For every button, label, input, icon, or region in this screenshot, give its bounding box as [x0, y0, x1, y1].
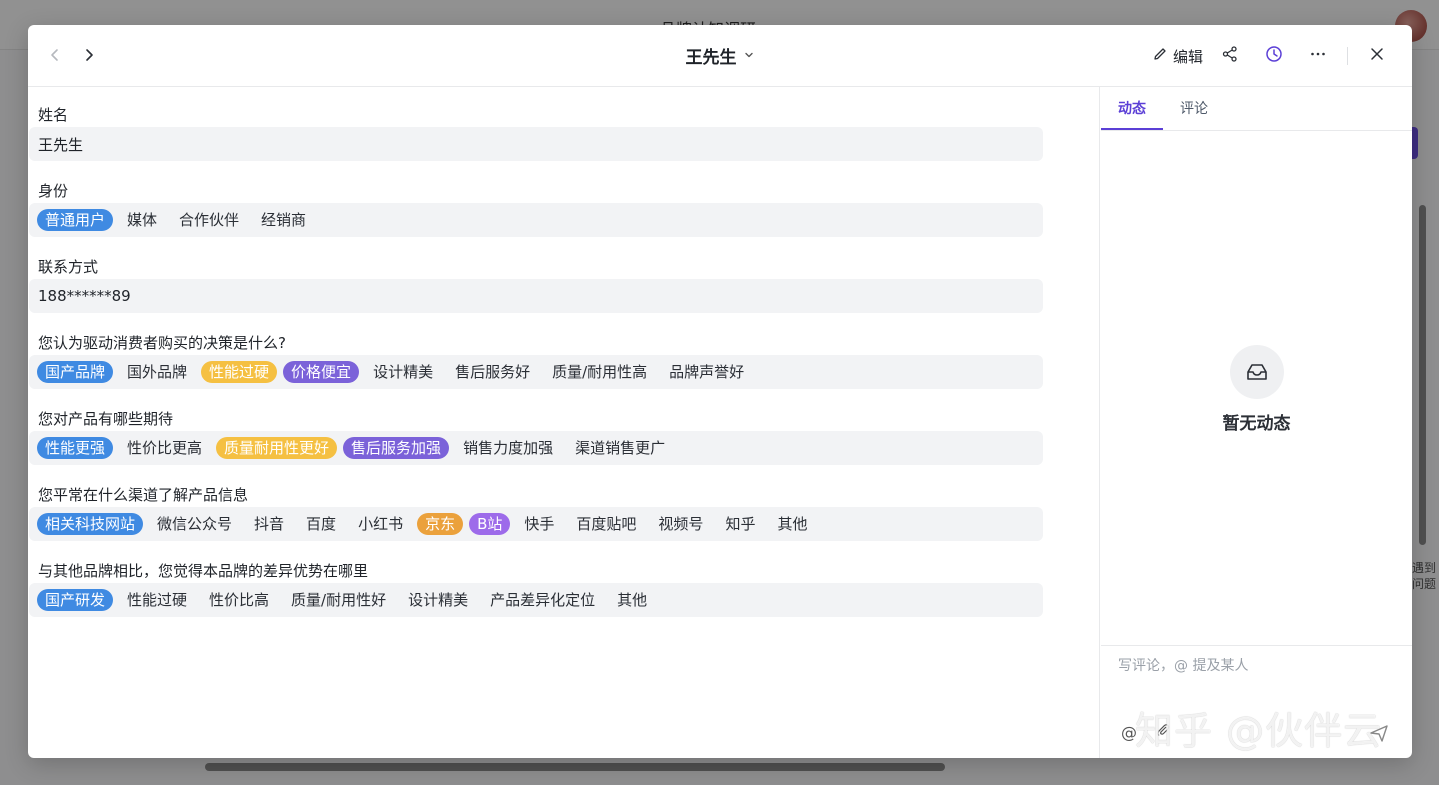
option-item[interactable]: 设计精美	[365, 361, 441, 383]
watermark-text: 知乎 @伙伴云	[1135, 709, 1383, 753]
empty-state: 暂无动态	[1101, 345, 1412, 434]
selected-option-tag[interactable]: 京东	[417, 513, 464, 535]
option-item[interactable]: 渠道销售更广	[567, 437, 673, 459]
option-item[interactable]: 百度	[298, 513, 344, 535]
activity-tabs: 动态 评论	[1101, 87, 1412, 131]
field-label: 联系方式	[38, 258, 99, 276]
header-actions: 编辑	[1142, 41, 1394, 71]
empty-state-text: 暂无动态	[1222, 414, 1291, 434]
option-item[interactable]: 其他	[769, 513, 815, 535]
option-item[interactable]: 国外品牌	[119, 361, 195, 383]
selected-option-tag[interactable]: 普通用户	[37, 209, 114, 231]
option-item[interactable]: 快手	[516, 513, 562, 535]
selected-option-tag[interactable]: B站	[469, 513, 511, 535]
activity-panel: 动态 评论 暂无动态 @	[1101, 87, 1412, 758]
option-field[interactable]: 国产品牌 国外品牌 性能过硬 价格便宜 设计精美 售后服务好 质量/耐用性高 品牌声誉好	[29, 355, 1043, 389]
header-divider	[1347, 47, 1348, 65]
pencil-icon	[1152, 46, 1168, 66]
share-button[interactable]	[1213, 41, 1247, 71]
option-item[interactable]: 性能过硬	[119, 589, 195, 611]
option-field[interactable]: 国产研发 性能过硬 性价比高 质量/耐用性好 设计精美 产品差异化定位 其他	[29, 583, 1043, 617]
record-form: 姓名王先生身份普通用户 媒体 合作伙伴 经销商联系方式 188******89 您认为驱动…	[28, 87, 1100, 758]
tab-comments[interactable]: 评论	[1163, 87, 1225, 130]
option-item[interactable]: 品牌声誉好	[661, 361, 752, 383]
selected-option-tag[interactable]: 国产研发	[37, 589, 114, 611]
more-button[interactable]	[1301, 41, 1335, 71]
text-field[interactable]: 王先生	[29, 127, 1043, 161]
close-button[interactable]	[1360, 41, 1394, 71]
option-item[interactable]: 经销商	[253, 209, 314, 231]
history-button[interactable]	[1257, 41, 1291, 71]
selected-option-tag[interactable]: 性能更强	[37, 437, 114, 459]
comment-input[interactable]	[1118, 658, 1398, 674]
option-item[interactable]: 性价比更高	[119, 437, 210, 459]
selected-option-tag[interactable]: 售后服务加强	[343, 437, 450, 459]
option-item[interactable]: 知乎	[717, 513, 763, 535]
field-value: 王先生	[38, 135, 84, 154]
edit-button[interactable]: 编辑	[1152, 41, 1203, 71]
tab-activity[interactable]: 动态	[1101, 87, 1163, 130]
record-title-dropdown[interactable]: 王先生	[686, 43, 755, 68]
modal-header: 王先生 编辑	[28, 25, 1412, 87]
inbox-icon	[1229, 345, 1284, 399]
record-detail-modal: 王先生 编辑 姓名 王先生 身份 普通用户 媒体 合作伙伴 经销商 联系方式 1…	[28, 25, 1412, 758]
record-title: 王先生	[685, 48, 737, 68]
field-label: 您认为驱动消费者购买的决策是什么?	[38, 334, 286, 352]
selected-option-tag[interactable]: 价格便宜	[283, 361, 360, 383]
option-field[interactable]: 相关科技网站 微信公众号 抖音 百度 小红书 京东 B站 快手 百度贴吧 视频号 知乎 其他	[29, 507, 1043, 541]
option-item[interactable]: 微信公众号	[149, 513, 240, 535]
option-item[interactable]: 销售力度加强	[455, 437, 561, 459]
field-label: 姓名	[38, 106, 69, 124]
selected-option-tag[interactable]: 质量耐用性更好	[216, 437, 338, 459]
field-label: 身份	[38, 182, 69, 200]
option-item[interactable]: 性价比高	[201, 589, 277, 611]
option-item[interactable]: 抖音	[246, 513, 292, 535]
selected-option-tag[interactable]: 相关科技网站	[37, 513, 144, 535]
chevron-down-icon	[743, 46, 755, 66]
option-item[interactable]: 设计精美	[400, 589, 476, 611]
option-item[interactable]: 媒体	[119, 209, 165, 231]
field-value: 188******89	[38, 287, 131, 305]
option-item[interactable]: 其他	[609, 589, 655, 611]
field-label: 您对产品有哪些期待	[38, 410, 174, 428]
option-item[interactable]: 视频号	[650, 513, 711, 535]
field-label: 您平常在什么渠道了解产品信息	[38, 486, 249, 504]
edit-label: 编辑	[1172, 47, 1203, 66]
selected-option-tag[interactable]: 性能过硬	[201, 361, 278, 383]
option-item[interactable]: 合作伙伴	[171, 209, 247, 231]
close-icon	[1369, 46, 1385, 66]
option-item[interactable]: 产品差异化定位	[482, 589, 603, 611]
text-field[interactable]: 188******89	[29, 279, 1043, 313]
option-item[interactable]: 小红书	[350, 513, 411, 535]
option-item[interactable]: 质量/耐用性高	[544, 361, 655, 383]
more-icon	[1309, 45, 1327, 67]
option-item[interactable]: 百度贴吧	[568, 513, 644, 535]
field-label: 与其他品牌相比，您觉得本品牌的差异优势在哪里	[38, 562, 369, 580]
option-field[interactable]: 性能更强 性价比更高 质量耐用性更好 售后服务加强 销售力度加强 渠道销售更广	[29, 431, 1043, 465]
clock-icon	[1265, 45, 1283, 67]
option-item[interactable]: 售后服务好	[447, 361, 538, 383]
option-item[interactable]: 质量/耐用性好	[283, 589, 394, 611]
share-icon	[1221, 45, 1239, 67]
option-field[interactable]: 普通用户 媒体 合作伙伴 经销商	[29, 203, 1043, 237]
selected-option-tag[interactable]: 国产品牌	[37, 361, 114, 383]
